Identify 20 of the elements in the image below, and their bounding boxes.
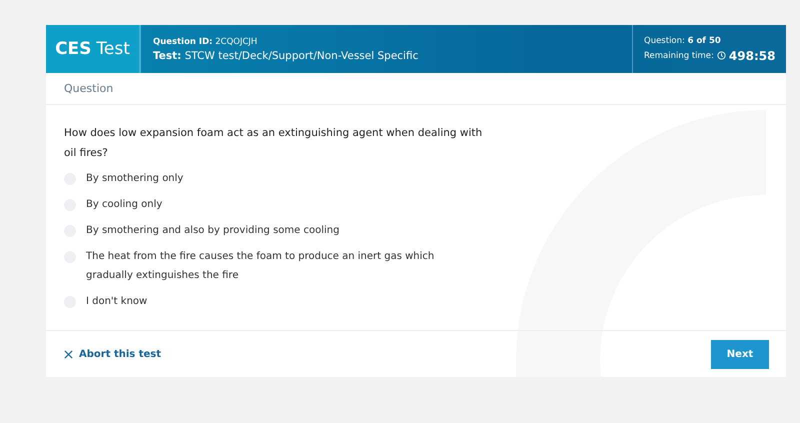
- answer-option[interactable]: By cooling only: [64, 197, 768, 214]
- option-label: By smothering only: [86, 172, 184, 186]
- remaining-time-label: Remaining time:: [644, 50, 714, 60]
- answer-option[interactable]: I don't know: [64, 294, 768, 311]
- test-name: Test: STCW test/Deck/Support/Non-Vessel Specific: [153, 50, 420, 62]
- section-title: Question: [46, 73, 786, 105]
- clock-icon: [716, 51, 726, 60]
- option-label: By cooling only: [86, 198, 164, 212]
- close-icon: [64, 350, 73, 358]
- answer-option[interactable]: By smothering only: [64, 171, 768, 188]
- question-text: How does low expansion foam act as an extinguishing agent when dealing with oil fires?: [64, 126, 484, 161]
- question-id: Question ID: 2CQOJCJH: [153, 36, 258, 46]
- option-label: I don't know: [86, 295, 148, 309]
- brand-logo: CES Test: [46, 25, 141, 73]
- answer-option[interactable]: The heat from the fire causes the foam to produce an inert gas which gradually extinguishes the fire: [64, 249, 768, 285]
- option-label: By smothering and also by providing some cooling: [86, 224, 340, 238]
- remaining-time: 498:58: [728, 48, 776, 62]
- option-label: The heat from the fire causes the foam to produce an inert gas which gradually extinguishes the fire: [86, 250, 436, 283]
- answer-option[interactable]: By smothering and also by providing some cooling: [64, 223, 768, 240]
- abort-link[interactable]: Abort this test: [64, 348, 162, 360]
